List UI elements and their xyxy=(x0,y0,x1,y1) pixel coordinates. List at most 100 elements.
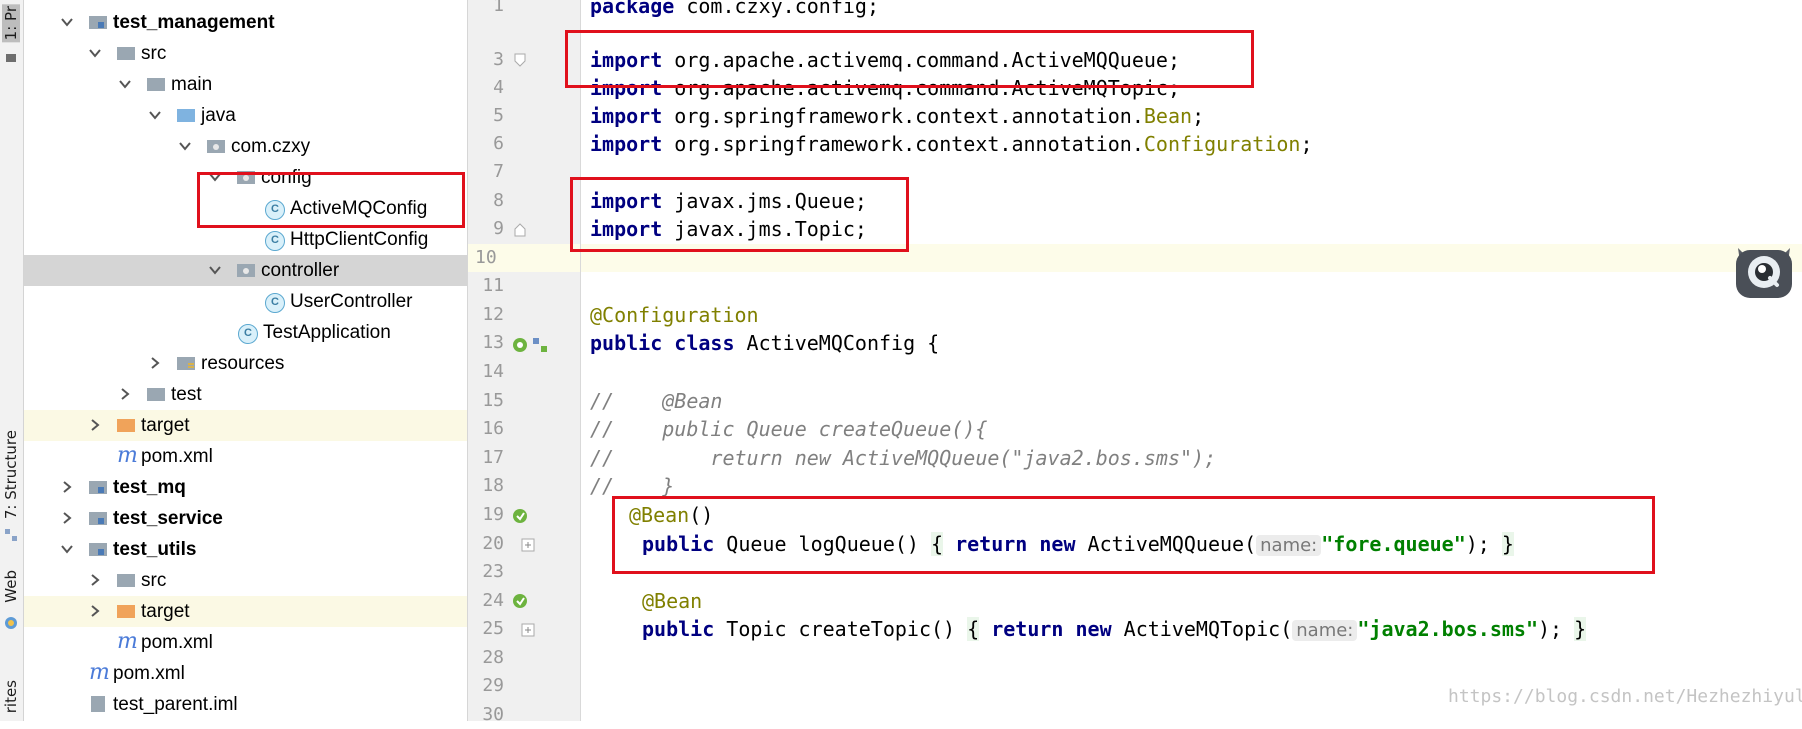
tab-project[interactable]: 1: Pr xyxy=(2,4,20,43)
tree-item-label: controller xyxy=(261,260,340,281)
tab-structure[interactable]: 7: Structure xyxy=(2,430,20,519)
keyword: package xyxy=(590,0,675,18)
keyword: public xyxy=(642,532,715,556)
tree-item-label: target xyxy=(141,415,190,436)
chevron-right-icon[interactable] xyxy=(88,573,102,587)
code-line: package com.czxy.config; xyxy=(581,0,1802,20)
line-number: 19 xyxy=(482,504,504,525)
chevron-down-icon[interactable] xyxy=(208,170,222,184)
tree-item-pom[interactable]: m pom.xml xyxy=(24,658,467,689)
tree-item-resources[interactable]: resources xyxy=(24,348,467,379)
folded-brace[interactable]: { xyxy=(967,617,980,641)
mascot-icon[interactable] xyxy=(1730,234,1798,302)
spring-bean-icon[interactable] xyxy=(512,337,528,353)
code-line: import org.apache.activemq.command.Activ… xyxy=(581,46,1802,74)
chevron-right-icon[interactable] xyxy=(88,604,102,618)
class-icon: C xyxy=(265,231,285,251)
tree-item-com-czxy[interactable]: com.czxy xyxy=(24,131,467,162)
line-number: 15 xyxy=(482,390,504,411)
tree-item-src[interactable]: src xyxy=(24,565,467,596)
tree-item-src[interactable]: src xyxy=(24,38,467,69)
tree-item-java[interactable]: java xyxy=(24,100,467,131)
chevron-down-icon[interactable] xyxy=(178,139,192,153)
source-folder-icon xyxy=(177,109,195,122)
folded-brace[interactable]: } xyxy=(1501,532,1514,556)
tool-window-strip: 1: Pr 7: Structure Web rites xyxy=(0,0,24,721)
fold-expand-icon[interactable] xyxy=(520,537,536,553)
chevron-right-icon[interactable] xyxy=(60,511,74,525)
code-line: public Topic createTopic() { return new … xyxy=(581,615,1802,643)
tree-item-usercontroller[interactable]: C UserController xyxy=(24,286,467,317)
chevron-down-icon[interactable] xyxy=(60,542,74,556)
tree-item-main[interactable]: main xyxy=(24,69,467,100)
folder-icon xyxy=(147,78,165,91)
chevron-right-icon[interactable] xyxy=(148,356,162,370)
annotation-text: Bean xyxy=(1143,104,1193,128)
tree-item-iml[interactable]: test_parent.iml xyxy=(24,689,467,720)
tree-item-activemqconfig[interactable]: C ActiveMQConfig xyxy=(24,193,467,224)
module-file-icon xyxy=(91,696,105,712)
tab-favorites[interactable]: rites xyxy=(2,680,20,713)
code-line: @Bean() xyxy=(581,501,1802,529)
code-editor[interactable]: package com.czxy.config; import org.apac… xyxy=(581,0,1802,721)
tab-web[interactable]: Web xyxy=(2,570,20,603)
tree-item-label: resources xyxy=(201,353,285,374)
line-number: 16 xyxy=(482,418,504,439)
chevron-right-icon[interactable] xyxy=(118,387,132,401)
string-literal: "java2.bos.sms" xyxy=(1357,617,1538,641)
tree-item-test-mq[interactable]: test_mq xyxy=(24,472,467,503)
tree-item-test-utils[interactable]: test_utils xyxy=(24,534,467,565)
chevron-down-icon[interactable] xyxy=(60,15,74,29)
resources-folder-icon xyxy=(177,357,195,370)
folded-brace[interactable]: { xyxy=(931,532,944,556)
folded-brace[interactable]: } xyxy=(1574,617,1587,641)
spring-bean-icon[interactable] xyxy=(512,593,528,609)
tree-item-target[interactable]: target xyxy=(24,410,467,441)
tree-item-test-service[interactable]: test_service xyxy=(24,503,467,534)
spring-bean-icon[interactable] xyxy=(512,508,528,524)
module-folder-icon xyxy=(89,512,107,525)
code-text: javax.jms.Topic; xyxy=(662,217,867,241)
tree-item-target[interactable]: target xyxy=(24,596,467,627)
tree-item-config[interactable]: config xyxy=(24,162,467,193)
line-number: 28 xyxy=(482,647,504,668)
line-number-current: 10 xyxy=(468,244,580,272)
line-number: 7 xyxy=(493,161,504,182)
fold-icon[interactable] xyxy=(512,52,528,68)
code-line: import javax.jms.Queue; xyxy=(581,187,1802,215)
tree-item-test-management[interactable]: test_management xyxy=(24,7,467,38)
line-number: 20 xyxy=(482,533,504,554)
fold-end-icon[interactable] xyxy=(512,222,528,238)
line-number: 13 xyxy=(482,332,504,353)
fold-expand-icon[interactable] xyxy=(520,622,536,638)
chevron-down-icon[interactable] xyxy=(148,108,162,122)
tree-item-test[interactable]: test xyxy=(24,379,467,410)
folder-icon xyxy=(117,574,135,587)
code-text: Topic createTopic() xyxy=(714,617,968,641)
code-text: org.springframework.context.annotation. xyxy=(662,132,1144,156)
keyword: import xyxy=(590,217,663,241)
tree-item-pom[interactable]: m pom.xml xyxy=(24,627,467,658)
chevron-down-icon[interactable] xyxy=(118,77,132,91)
package-icon xyxy=(237,264,255,277)
code-line: // return new ActiveMQQueue("java2.bos.s… xyxy=(581,444,1802,472)
keyword: import xyxy=(590,189,663,213)
chevron-down-icon[interactable] xyxy=(208,263,222,277)
code-text: org.springframework.context.annotation. xyxy=(662,104,1144,128)
line-number: 29 xyxy=(482,675,504,696)
chevron-right-icon[interactable] xyxy=(60,480,74,494)
parameter-hint: name: xyxy=(1256,535,1322,556)
maven-icon: m xyxy=(117,443,138,468)
tree-item-pom[interactable]: m pom.xml xyxy=(24,441,467,472)
chevron-down-icon[interactable] xyxy=(88,46,102,60)
bean-navigation-icon[interactable] xyxy=(532,337,548,353)
tree-item-label: pom.xml xyxy=(141,446,213,467)
tree-item-controller[interactable]: controller xyxy=(24,255,467,286)
web-icon xyxy=(5,617,17,629)
tree-item-testapplication[interactable]: C TestApplication xyxy=(24,317,467,348)
tree-item-httpclientconfig[interactable]: C HttpClientConfig xyxy=(24,224,467,255)
chevron-right-icon[interactable] xyxy=(88,418,102,432)
keyword: import xyxy=(590,132,663,156)
line-number: 14 xyxy=(482,361,504,382)
tree-item-label: src xyxy=(141,570,167,591)
